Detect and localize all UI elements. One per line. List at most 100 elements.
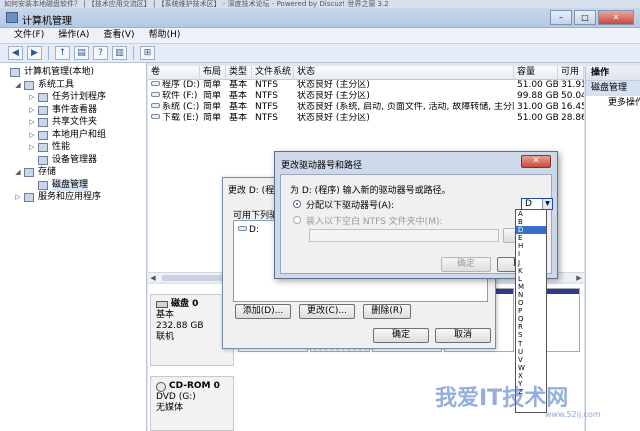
column-header-filesystem[interactable]: 文件系统 <box>252 66 294 79</box>
column-header-layout[interactable]: 布局 <box>200 66 226 79</box>
column-header-status[interactable]: 状态 <box>294 66 514 79</box>
minimize-button[interactable]: – <box>550 10 572 25</box>
drive-icon <box>151 81 160 86</box>
chevron-down-icon[interactable]: ▼ <box>542 199 552 209</box>
show-hide-tree-icon[interactable]: ▤ <box>74 46 89 60</box>
ok-button[interactable]: 确定 <box>373 328 429 343</box>
more-actions-link[interactable]: 更多操作 <box>586 96 640 110</box>
cdrom-0-info[interactable]: CD-ROM 0 DVD (G:) 无媒体 <box>150 376 234 431</box>
scroll-left-icon[interactable]: ◀ <box>148 273 158 283</box>
dropdown-option[interactable]: L <box>516 275 546 283</box>
tree-item-performance[interactable]: ▷ 性能 <box>0 141 146 154</box>
dropdown-option[interactable]: X <box>516 372 546 380</box>
tree-item-system-tools[interactable]: ◢ 系统工具 <box>0 79 146 92</box>
dropdown-option[interactable]: K <box>516 267 546 275</box>
tree-item-computer-management[interactable]: 计算机管理(本地) <box>0 66 146 79</box>
dropdown-option[interactable]: V <box>516 356 546 364</box>
menu-action[interactable]: 操作(A) <box>58 28 89 43</box>
dropdown-option[interactable]: U <box>516 348 546 356</box>
add-button[interactable]: 添加(D)... <box>235 304 291 319</box>
show-action-pane-icon[interactable]: ▥ <box>112 46 127 60</box>
tree-item-local-users[interactable]: ▷ 本地用户和组 <box>0 129 146 142</box>
forward-icon[interactable]: ▶ <box>27 46 42 60</box>
expand-arrow-icon[interactable]: ▷ <box>28 141 36 154</box>
up-folder-icon[interactable]: ↑ <box>55 46 70 60</box>
expand-arrow-icon[interactable]: ▷ <box>28 104 36 117</box>
site-watermark: 我爱IT技术网 www.52ij.com <box>435 380 625 424</box>
dropdown-option[interactable]: I <box>516 250 546 258</box>
tree-item-label: 事件查看器 <box>52 104 98 115</box>
change-button[interactable]: 更改(C)... <box>299 304 355 319</box>
expand-arrow-icon[interactable]: ▷ <box>28 116 36 129</box>
device-manager-icon <box>38 155 48 165</box>
mount-folder-radio[interactable] <box>293 216 301 224</box>
properties-icon[interactable]: ⊞ <box>140 46 155 60</box>
folder-path-input[interactable] <box>309 229 499 242</box>
disk-status: 联机 <box>156 332 175 342</box>
dropdown-option[interactable]: O <box>516 299 546 307</box>
storage-icon <box>24 168 34 177</box>
column-header-capacity[interactable]: 容量 <box>514 66 558 79</box>
expand-arrow-icon[interactable]: ◢ <box>14 166 22 179</box>
dropdown-option[interactable]: J <box>516 259 546 267</box>
volume-cell: 软件 (F:) <box>148 91 200 102</box>
dropdown-option[interactable]: Q <box>516 315 546 323</box>
dropdown-option-selected[interactable]: D <box>516 226 546 235</box>
tree-item-event-viewer[interactable]: ▷ 事件查看器 <box>0 104 146 117</box>
capacity-cell: 31.00 GB <box>517 102 558 112</box>
table-row[interactable]: 软件 (F:) 简单 基本 NTFS 状态良好 (主分区) 99.88 GB 5… <box>148 91 584 102</box>
dropdown-option[interactable]: H <box>516 242 546 250</box>
tree-item-label: 服务和应用程序 <box>38 192 102 202</box>
maximize-button[interactable]: □ <box>574 10 596 25</box>
column-header-volume[interactable]: 卷 <box>148 66 200 79</box>
disk-size: 232.88 GB <box>156 321 204 331</box>
help-icon[interactable]: ? <box>93 46 108 60</box>
actions-section-disk-management[interactable]: 磁盘管理 <box>586 81 640 96</box>
list-item[interactable]: D: <box>238 225 259 235</box>
drive-icon <box>151 103 160 108</box>
dropdown-option[interactable]: M <box>516 283 546 291</box>
assign-letter-radio[interactable] <box>293 200 301 208</box>
table-row[interactable]: 程序 (D:) 简单 基本 NTFS 状态良好 (主分区) 51.00 GB 3… <box>148 80 584 91</box>
cancel-button[interactable]: 取消 <box>435 328 491 343</box>
dropdown-option[interactable]: B <box>516 218 546 226</box>
column-header-free[interactable]: 可用 <box>558 66 584 79</box>
dropdown-option[interactable]: A <box>516 210 546 218</box>
tree-item-task-scheduler[interactable]: ▷ 任务计划程序 <box>0 91 146 104</box>
remove-button[interactable]: 删除(R) <box>363 304 411 319</box>
table-row[interactable]: 系统 (C:) 简单 基本 NTFS 状态良好 (系统, 启动, 页面文件, 活… <box>148 102 584 113</box>
mount-folder-label[interactable]: 装入以下空白 NTFS 文件夹中(M): <box>306 214 443 227</box>
dropdown-option[interactable]: S <box>516 331 546 339</box>
tree-item-storage[interactable]: ◢ 存储 <box>0 166 146 179</box>
menu-help[interactable]: 帮助(H) <box>149 28 181 43</box>
window-title: 计算机管理 <box>22 16 72 27</box>
tree-item-shared-folders[interactable]: ▷ 共享文件夹 <box>0 116 146 129</box>
type-cell: 基本 <box>229 113 248 123</box>
scroll-right-icon[interactable]: ▶ <box>574 273 584 283</box>
dropdown-option[interactable]: P <box>516 307 546 315</box>
dropdown-option[interactable]: E <box>516 234 546 242</box>
dropdown-option[interactable]: R <box>516 323 546 331</box>
assign-letter-label[interactable]: 分配以下驱动器号(A): <box>306 198 394 211</box>
tree-item-disk-management[interactable]: 磁盘管理 <box>0 178 146 191</box>
dropdown-option[interactable]: T <box>516 340 546 348</box>
tree-item-device-manager[interactable]: 设备管理器 <box>0 154 146 167</box>
column-header-type[interactable]: 类型 <box>226 66 252 79</box>
tree-item-services-apps[interactable]: ▷ 服务和应用程序 <box>0 191 146 204</box>
table-row[interactable]: 下载 (E:) 简单 基本 NTFS 状态良好 (主分区) 51.00 GB 2… <box>148 113 584 124</box>
close-button[interactable]: ✕ <box>598 10 634 25</box>
ok-button[interactable]: 确定 <box>441 257 491 272</box>
dropdown-option[interactable]: N <box>516 291 546 299</box>
dropdown-option[interactable]: W <box>516 364 546 372</box>
expand-arrow-icon[interactable]: ▷ <box>14 191 22 204</box>
back-icon[interactable]: ◀ <box>8 46 23 60</box>
expand-arrow-icon[interactable]: ◢ <box>14 79 22 92</box>
menu-file[interactable]: 文件(F) <box>14 28 44 43</box>
layout-cell: 简单 <box>203 91 222 101</box>
dialog-close-button[interactable]: ✕ <box>521 155 551 168</box>
menu-view[interactable]: 查看(V) <box>103 28 134 43</box>
window-titlebar: 计算机管理 – □ ✕ <box>0 8 640 28</box>
expand-arrow-icon[interactable]: ▷ <box>28 91 36 104</box>
capacity-cell: 51.00 GB <box>517 113 558 123</box>
expand-arrow-icon[interactable]: ▷ <box>28 129 36 142</box>
